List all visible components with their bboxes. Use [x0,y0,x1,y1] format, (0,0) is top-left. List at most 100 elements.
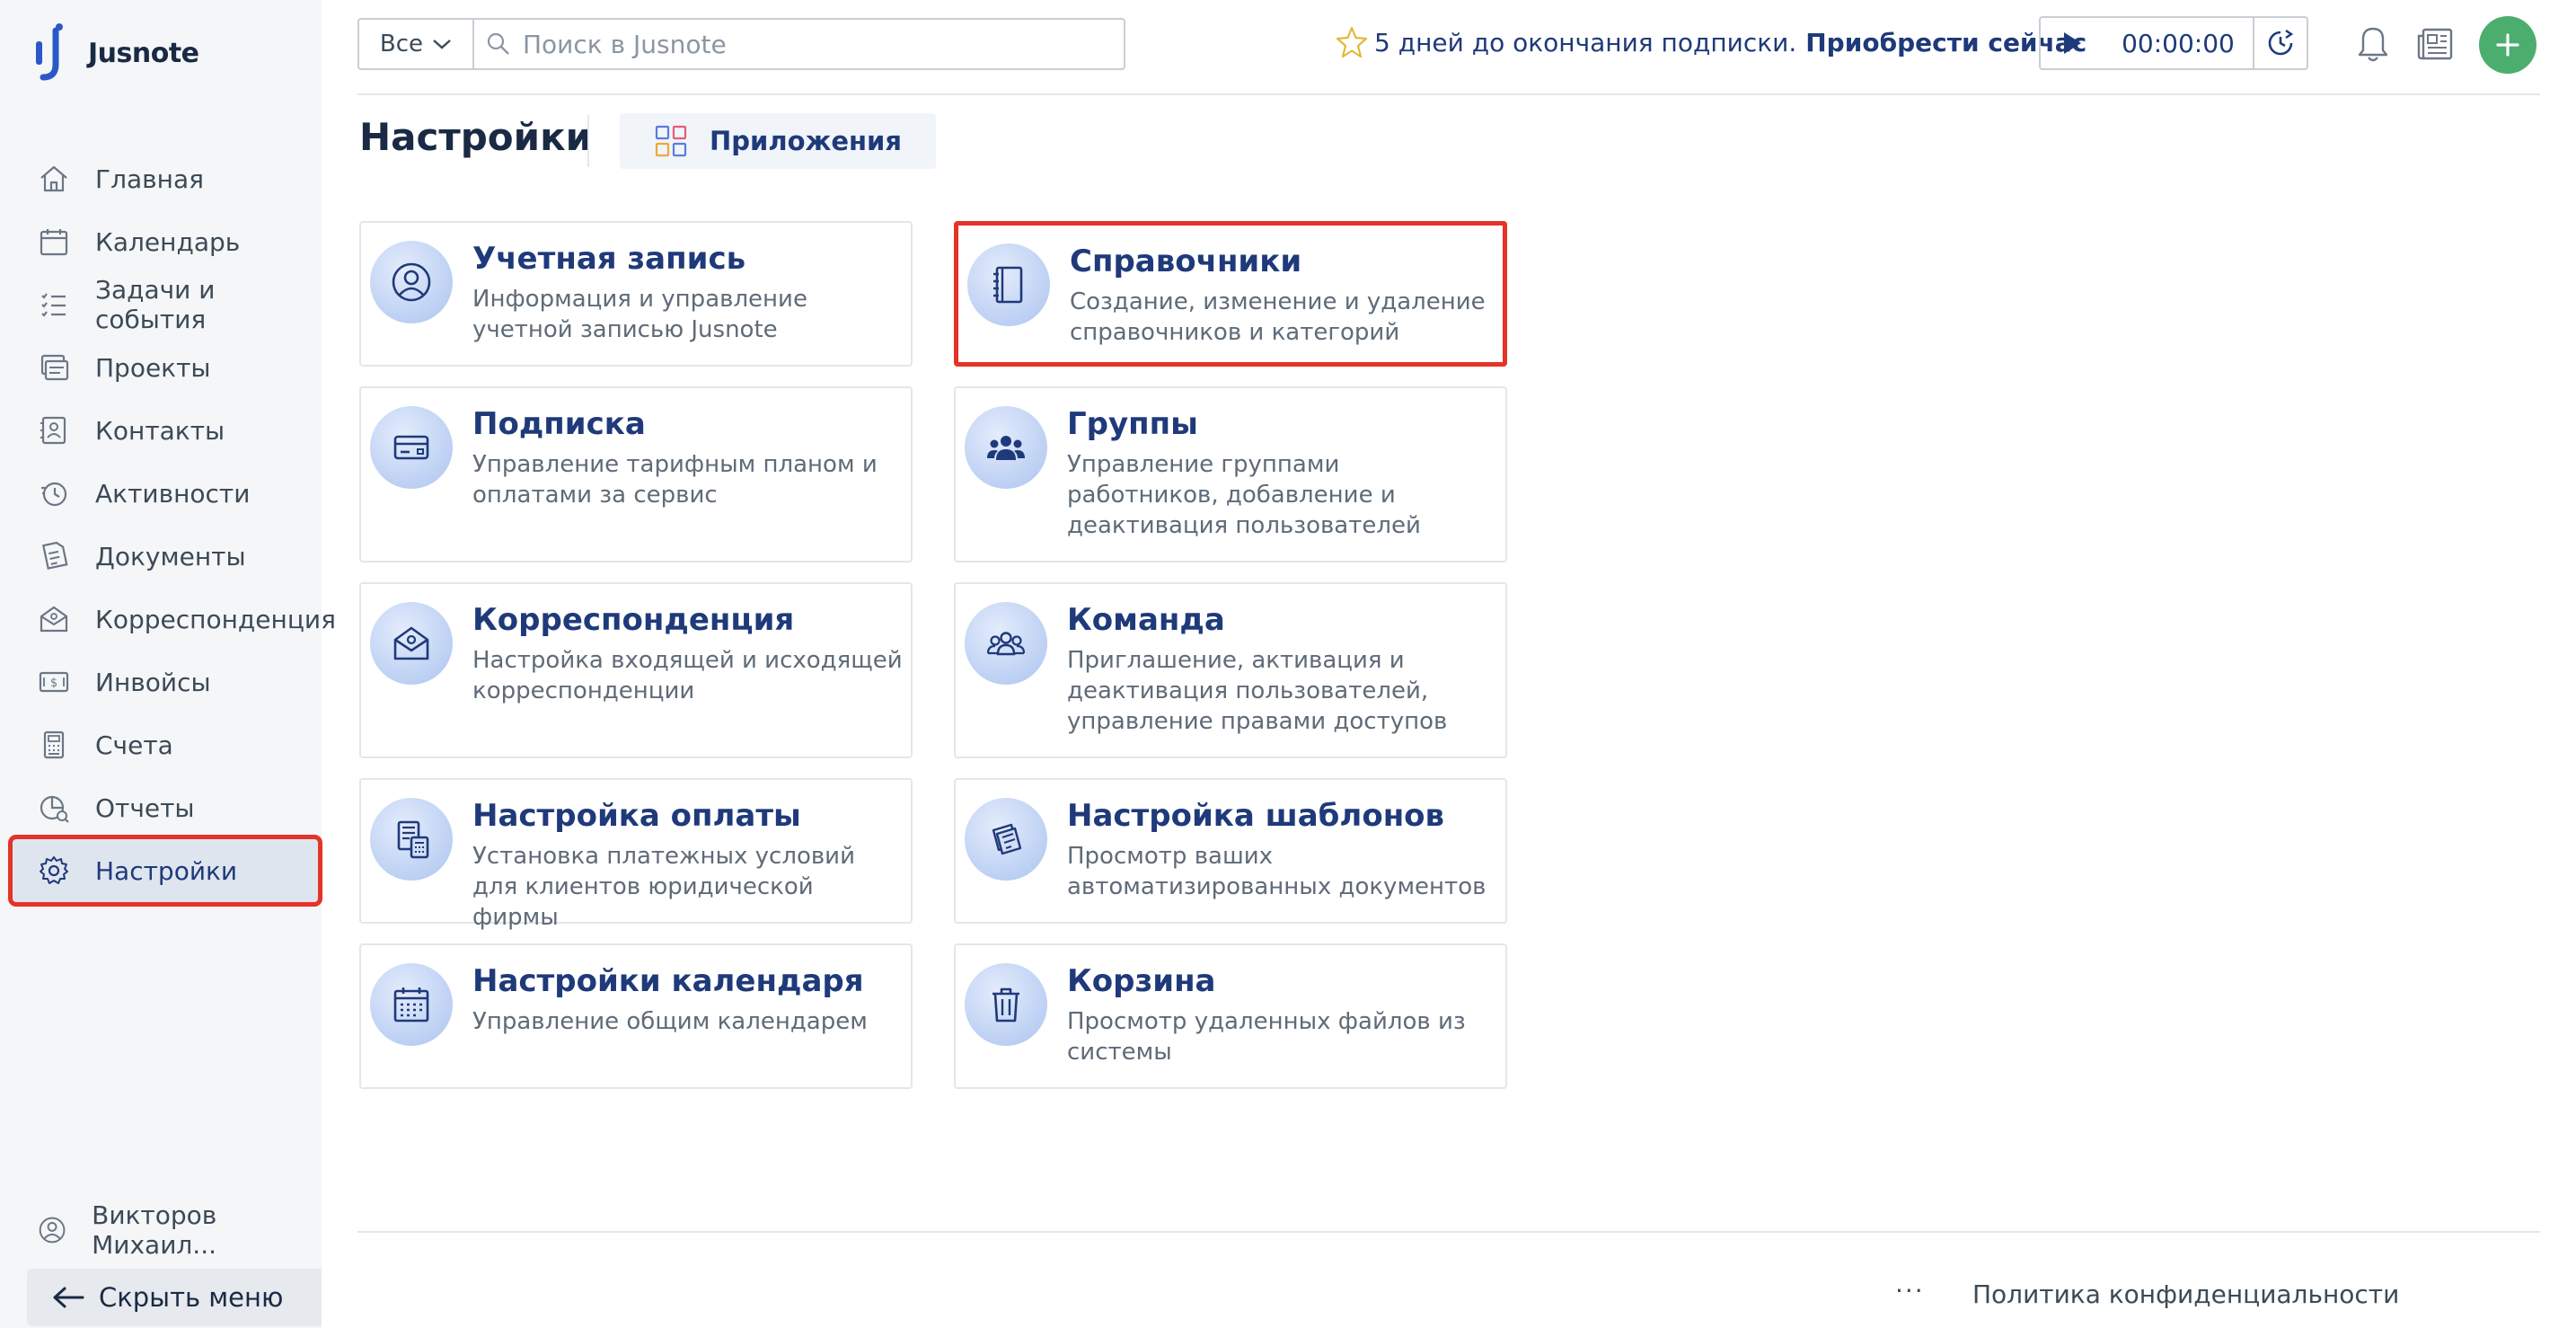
settings-card-templates[interactable]: Настройка шаблонов Просмотр ваших автома… [954,778,1507,924]
sidebar: Jusnote Главная Календарь Задачи и событ… [0,0,336,1328]
card-description: Создание, изменение и удаление справочни… [1070,288,1486,346]
search-icon [485,31,512,58]
home-icon [38,163,70,195]
sidebar-item-label: Главная [95,164,204,194]
sidebar-item-calendar[interactable]: Календарь [13,210,318,273]
footer-divider [357,1231,2540,1233]
timer-play-button[interactable] [2041,18,2104,68]
settings-card-payment[interactable]: Настройка оплаты Установка платежных усл… [359,778,913,931]
card-title: Корзина [1067,963,1216,999]
sidebar-item-label: Документы [95,541,246,571]
timer-history-button[interactable] [2253,18,2307,68]
card-title: Учетная запись [472,241,746,277]
sidebar-item-label: Задачи и события [95,275,216,334]
plus-icon [2496,33,2519,57]
activity-icon [38,477,70,509]
apps-grid-icon [655,125,687,157]
top-bar: Все 5 дней до окончания подписки. Приобр… [357,0,2576,95]
card-title: Подписка [472,406,646,442]
settings-card-trash[interactable]: Корзина Просмотр удаленных файлов из сис… [954,943,1507,1089]
settings-card-directories[interactable]: Справочники Создание, изменение и удален… [954,221,1507,367]
sidebar-item-label: Контакты [95,415,225,446]
app-name: Jusnote [88,37,199,69]
sidebar-item-label: Проекты [95,352,211,383]
search-filter-dropdown[interactable]: Все [359,20,474,68]
timer-value: 00:00:00 [2122,28,2235,58]
sidebar-item-label: Корреспонденция [95,604,336,634]
sidebar-item-tasks[interactable]: Задачи и события [13,273,318,336]
history-clock-icon [2268,30,2294,56]
settings-card-groups[interactable]: Группы Управление группами работников, д… [954,386,1507,562]
more-options-button[interactable]: ··· [1895,1276,1925,1306]
sidebar-item-documents[interactable]: Документы [13,525,318,588]
settings-card-correspondence[interactable]: Корреспонденция Настройка входящей и исх… [359,582,913,758]
sidebar-item-projects[interactable]: Проекты [13,336,318,399]
sidebar-item-contacts[interactable]: Контакты [13,399,318,462]
star-icon [1336,26,1368,58]
card-title: Справочники [1070,243,1302,279]
hide-menu-label: Скрыть меню [99,1282,284,1313]
card-description: Управление общим календарем [472,1008,868,1035]
card-title: Корреспонденция [472,602,795,638]
sidebar-item-label: Инвойсы [95,667,211,697]
card-description: Настройка входящей и исходящей корреспон… [472,647,903,704]
card-description: Просмотр ваших автоматизированных докуме… [1067,843,1486,900]
hide-menu-button[interactable]: Скрыть меню [27,1269,322,1326]
card-description: Управление тарифным планом и оплатами за… [472,451,878,509]
jusnote-logo[interactable]: Jusnote [34,22,199,84]
chevron-down-icon [433,40,451,49]
sidebar-item-invoices[interactable]: $ Инвойсы [13,651,318,713]
sidebar-item-activity[interactable]: Активности [13,462,318,525]
card-description: Управление группами работников, добавлен… [1067,451,1421,539]
search-input[interactable] [523,29,1098,59]
user-avatar-icon [39,1217,66,1244]
sidebar-item-accounts[interactable]: Счета [13,713,318,776]
tab-apps-label: Приложения [709,126,903,156]
arrow-left-icon [53,1287,84,1308]
search-box: Все [357,18,1125,70]
title-separator [587,115,589,167]
mail-icon [370,602,453,685]
settings-card-account[interactable]: Учетная запись Информация и управление у… [359,221,913,367]
sidebar-item-home[interactable]: Главная [13,147,318,210]
sidebar-item-label: Календарь [95,226,241,257]
templates-icon [965,798,1047,881]
user-profile[interactable]: Викторов Михаил... [38,1200,322,1260]
sidebar-item-label: Активности [95,478,251,509]
groups-icon [965,406,1047,489]
card-description: Приглашение, активация и деактивация пол… [1067,647,1448,735]
payment-calculator-icon [370,798,453,881]
card-title: Настройки календаря [472,963,864,999]
news-icon[interactable] [2416,27,2454,61]
projects-icon [38,351,70,384]
calendar-settings-icon [370,963,453,1046]
sidebar-item-reports[interactable]: Отчеты [13,776,318,839]
tasks-icon [38,288,70,321]
contacts-icon [38,414,70,447]
card-description: Установка платежных условий для клиентов… [472,843,855,931]
team-icon [965,602,1047,685]
accounts-icon [38,729,70,761]
settings-card-calendar[interactable]: Настройки календаря Управление общим кал… [359,943,913,1089]
reports-icon [38,792,70,824]
privacy-policy-link[interactable]: Политика конфиденциальности [1972,1279,2399,1309]
user-name: Викторов Михаил... [92,1200,217,1260]
invoices-icon: $ [38,666,70,698]
settings-icon [38,854,70,887]
sidebar-item-settings[interactable]: Настройки [8,835,322,907]
svg-text:$: $ [50,677,57,690]
add-button[interactable] [2479,16,2536,74]
settings-card-subscription[interactable]: Подписка Управление тарифным планом и оп… [359,386,913,562]
trash-icon [965,963,1047,1046]
card-title: Настройка оплаты [472,798,801,834]
directory-book-icon [967,243,1050,326]
sidebar-item-correspondence[interactable]: Корреспонденция [13,588,336,651]
timer-widget: 00:00:00 [2039,16,2308,70]
play-icon [2064,32,2081,54]
tab-apps[interactable]: Приложения [620,113,936,169]
top-divider [357,93,2540,95]
search-filter-value: Все [379,31,424,58]
page-title: Настройки [359,115,593,159]
bell-icon[interactable] [2355,25,2391,63]
settings-card-team[interactable]: Команда Приглашение, активация и деактив… [954,582,1507,758]
